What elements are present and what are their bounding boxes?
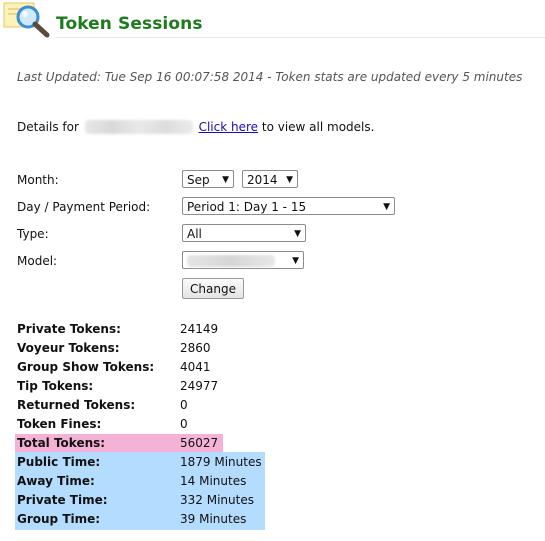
stat-row: Private Time: 332 Minutes xyxy=(17,491,317,510)
stat-value: 24977 xyxy=(180,379,219,393)
stat-value: 0 xyxy=(180,417,188,431)
details-line: Details for Click here to view all model… xyxy=(17,120,374,134)
chevron-down-icon: ▼ xyxy=(222,175,229,185)
header-divider xyxy=(56,37,545,38)
stat-row: Private Tokens: 24149 xyxy=(17,320,317,339)
stat-label: Total Tokens: xyxy=(17,436,106,450)
stat-value: 56027 xyxy=(180,436,219,450)
chevron-down-icon: ▼ xyxy=(294,229,301,239)
stat-value: 2860 xyxy=(180,341,211,355)
stat-value: 332 Minutes xyxy=(180,493,254,507)
stat-row: Voyeur Tokens: 2860 xyxy=(17,339,317,358)
stat-value: 1879 Minutes xyxy=(180,455,262,469)
change-button[interactable]: Change xyxy=(182,278,244,299)
stat-row-total: Total Tokens: 56027 xyxy=(17,434,317,453)
month-select-value: Sep xyxy=(187,173,210,187)
period-select[interactable]: Period 1: Day 1 - 15 ▼ xyxy=(182,197,395,215)
stat-row: Public Time: 1879 Minutes xyxy=(17,453,317,472)
year-select[interactable]: 2014 ▼ xyxy=(242,170,298,188)
stat-label: Returned Tokens: xyxy=(17,398,136,412)
stat-label: Group Show Tokens: xyxy=(17,360,155,374)
type-label: Type: xyxy=(17,227,49,241)
stat-label: Voyeur Tokens: xyxy=(17,341,120,355)
type-select-value: All xyxy=(187,227,202,241)
stat-row: Group Time: 39 Minutes xyxy=(17,510,317,529)
page-header: Token Sessions xyxy=(0,0,545,40)
stat-label: Private Tokens: xyxy=(17,322,121,336)
stat-row: Away Time: 14 Minutes xyxy=(17,472,317,491)
blurred-model-name xyxy=(84,120,193,134)
magnifier-icon xyxy=(3,2,50,38)
details-suffix: to view all models. xyxy=(261,120,375,134)
stat-value: 24149 xyxy=(180,322,219,336)
stat-label: Token Fines: xyxy=(17,417,102,431)
chevron-down-icon: ▼ xyxy=(383,202,390,212)
stat-row: Group Show Tokens: 4041 xyxy=(17,358,317,377)
month-label: Month: xyxy=(17,173,59,187)
view-all-models-link[interactable]: Click here xyxy=(199,120,258,134)
stat-label: Group Time: xyxy=(17,512,101,526)
stat-value: 14 Minutes xyxy=(180,474,247,488)
stat-value: 0 xyxy=(180,398,188,412)
page-title: Token Sessions xyxy=(56,14,203,34)
period-select-value: Period 1: Day 1 - 15 xyxy=(187,200,307,214)
year-select-value: 2014 xyxy=(247,173,278,187)
type-select[interactable]: All ▼ xyxy=(182,224,306,242)
blurred-model-option xyxy=(187,255,275,267)
stat-label: Public Time: xyxy=(17,455,101,469)
model-label: Model: xyxy=(17,254,58,268)
stat-value: 39 Minutes xyxy=(180,512,247,526)
model-select[interactable]: ▼ xyxy=(182,251,304,269)
month-select[interactable]: Sep ▼ xyxy=(182,170,234,188)
stat-label: Tip Tokens: xyxy=(17,379,94,393)
stat-row: Token Fines: 0 xyxy=(17,415,317,434)
chevron-down-icon: ▼ xyxy=(286,175,293,185)
stat-value: 4041 xyxy=(180,360,211,374)
stat-label: Private Time: xyxy=(17,493,108,507)
stat-row: Tip Tokens: 24977 xyxy=(17,377,317,396)
period-label: Day / Payment Period: xyxy=(17,200,151,214)
last-updated-text: Last Updated: Tue Sep 16 00:07:58 2014 -… xyxy=(17,70,523,84)
stat-row: Returned Tokens: 0 xyxy=(17,396,317,415)
stat-label: Away Time: xyxy=(17,474,95,488)
chevron-down-icon: ▼ xyxy=(292,256,299,266)
details-prefix: Details for xyxy=(17,120,79,134)
